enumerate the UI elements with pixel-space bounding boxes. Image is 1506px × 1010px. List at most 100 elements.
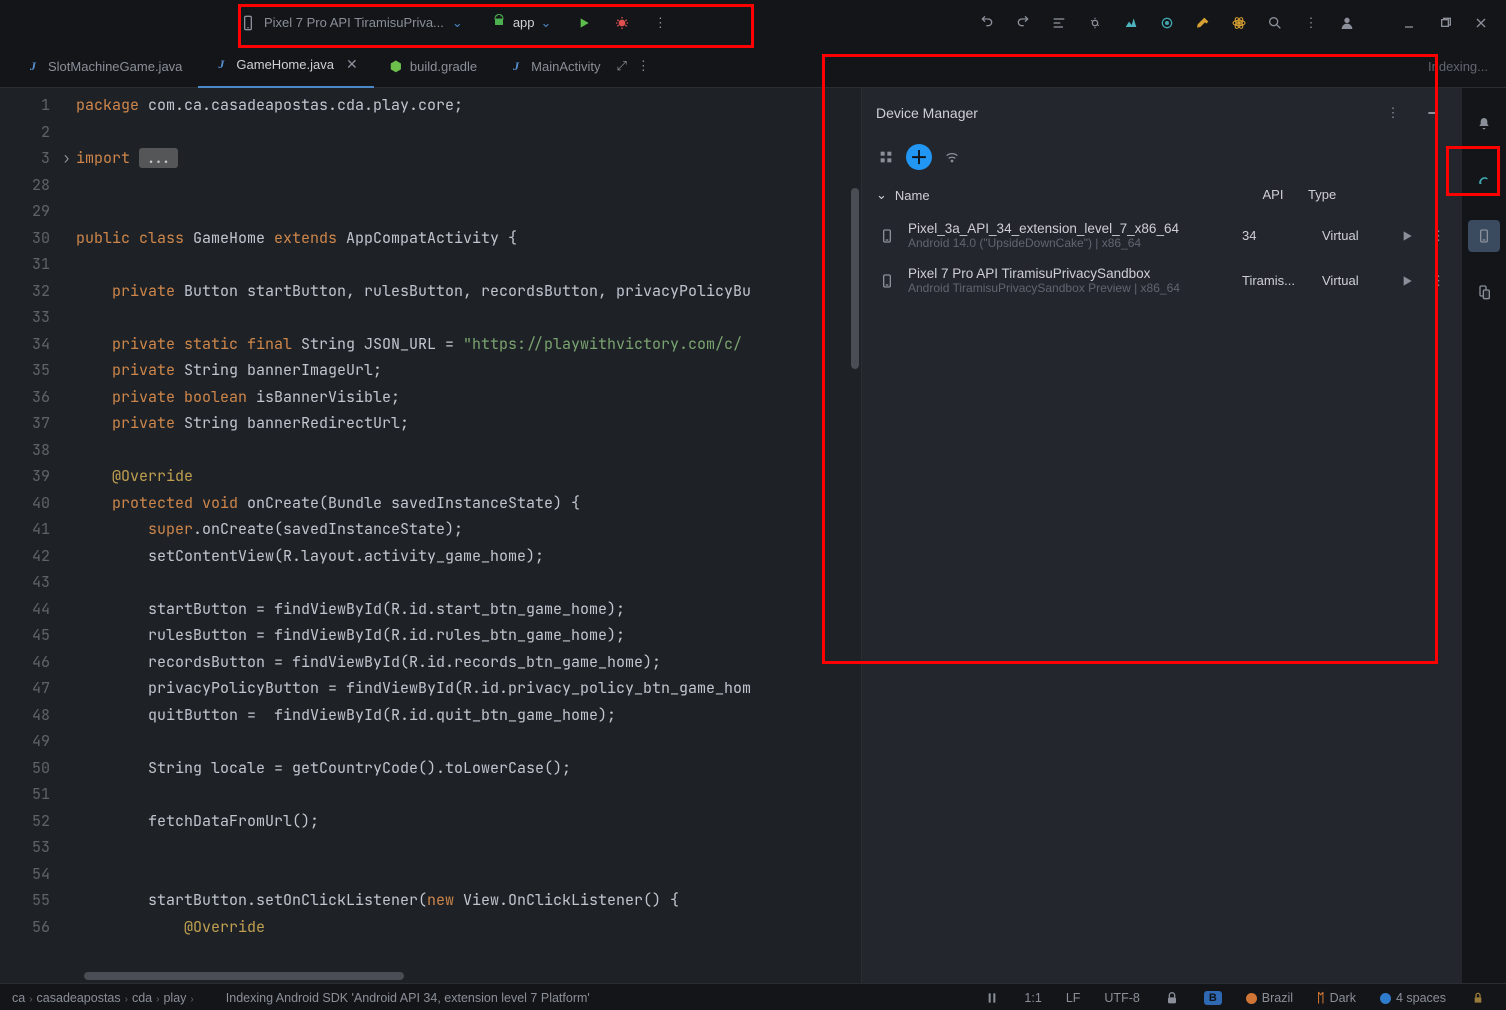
device-manager-tool-icon[interactable] xyxy=(1468,220,1500,252)
line-number[interactable]: 31 xyxy=(0,251,50,278)
panel-minimize-icon[interactable] xyxy=(1418,98,1448,128)
device-selector[interactable]: Pixel 7 Pro API TiramisuPriva... ⌄ xyxy=(230,11,473,35)
reformat-icon[interactable] xyxy=(1044,8,1074,38)
code-line[interactable]: private Button startButton, rulesButton,… xyxy=(76,278,861,305)
line-number[interactable]: 55 xyxy=(0,887,50,914)
grid-view-icon[interactable] xyxy=(876,147,896,167)
line-number[interactable]: 34 xyxy=(0,331,50,358)
line-number[interactable]: 36 xyxy=(0,384,50,411)
code-line[interactable]: private boolean isBannerVisible; xyxy=(76,384,861,411)
add-device-button[interactable]: ＋ xyxy=(906,144,932,170)
file-tab[interactable]: ⬢build.gradle xyxy=(374,45,493,87)
user-icon[interactable] xyxy=(1332,8,1362,38)
code-line[interactable]: private static final String JSON_URL = "… xyxy=(76,331,861,358)
line-number[interactable]: 41 xyxy=(0,516,50,543)
line-number[interactable]: 46 xyxy=(0,649,50,676)
settings-icon[interactable]: ⋮ xyxy=(1296,8,1326,38)
device-more-icon[interactable]: ⋮ xyxy=(1432,273,1448,289)
running-devices-icon[interactable] xyxy=(1468,276,1500,308)
code-line[interactable] xyxy=(76,251,861,278)
start-device-button[interactable] xyxy=(1392,228,1422,244)
line-number[interactable]: 37 xyxy=(0,410,50,437)
indent-indicator[interactable]: 4 spaces xyxy=(1372,991,1454,1005)
run-button[interactable] xyxy=(569,8,599,38)
gradle-icon[interactable] xyxy=(1468,164,1500,196)
build-icon[interactable] xyxy=(1188,8,1218,38)
breadcrumb-segment[interactable]: cda xyxy=(132,991,152,1005)
code-line[interactable]: rulesButton = findViewById(R.id.rules_bt… xyxy=(76,622,861,649)
code-line[interactable]: privacyPolicyButton = findViewById(R.id.… xyxy=(76,675,861,702)
fold-marker-icon[interactable]: › xyxy=(62,145,76,172)
code-line[interactable]: @Override xyxy=(76,463,861,490)
line-number[interactable]: 29 xyxy=(0,198,50,225)
line-number[interactable]: 38 xyxy=(0,437,50,464)
line-number[interactable]: 33 xyxy=(0,304,50,331)
line-number[interactable]: 42 xyxy=(0,543,50,570)
code-line[interactable]: recordsButton = findViewById(R.id.record… xyxy=(76,649,861,676)
pause-indexing-icon[interactable] xyxy=(976,990,1008,1006)
git-branch-indicator[interactable]: Brazil xyxy=(1238,991,1301,1005)
code-line[interactable] xyxy=(76,861,861,888)
line-number[interactable]: 51 xyxy=(0,781,50,808)
code-line[interactable]: private String bannerRedirectUrl; xyxy=(76,410,861,437)
redo-icon[interactable] xyxy=(1008,8,1038,38)
file-tab[interactable]: JGameHome.java✕ xyxy=(198,44,373,89)
file-tab[interactable]: JMainActivity xyxy=(493,45,616,87)
line-number[interactable]: 40 xyxy=(0,490,50,517)
app-inspection-icon[interactable] xyxy=(1152,8,1182,38)
code-line[interactable]: import ... xyxy=(76,145,861,172)
code-line[interactable]: startButton = findViewById(R.id.start_bt… xyxy=(76,596,861,623)
device-more-icon[interactable]: ⋮ xyxy=(1432,228,1448,244)
app-quality-icon[interactable] xyxy=(1224,8,1254,38)
search-icon[interactable] xyxy=(1260,8,1290,38)
attach-debugger-icon[interactable] xyxy=(1080,8,1110,38)
horizontal-scrollbar[interactable] xyxy=(0,969,861,983)
theme-indicator[interactable]: ᛖDark xyxy=(1309,991,1364,1005)
breadcrumb-segment[interactable]: casadeapostas xyxy=(37,991,121,1005)
line-number[interactable]: 44 xyxy=(0,596,50,623)
b-badge[interactable]: B xyxy=(1204,991,1222,1005)
device-row[interactable]: Pixel 7 Pro API TiramisuPrivacySandboxAn… xyxy=(862,258,1462,303)
line-number[interactable]: 47 xyxy=(0,675,50,702)
code-line[interactable] xyxy=(76,198,861,225)
breadcrumb-segment[interactable]: play xyxy=(163,991,186,1005)
line-number[interactable]: 49 xyxy=(0,728,50,755)
code-line[interactable]: protected void onCreate(Bundle savedInst… xyxy=(76,490,861,517)
file-tab[interactable]: JSlotMachineGame.java xyxy=(10,45,198,87)
code-line[interactable]: @Override xyxy=(76,914,861,941)
code-line[interactable] xyxy=(76,304,861,331)
line-separator[interactable]: LF xyxy=(1058,991,1089,1005)
breadcrumb-segment[interactable]: ca xyxy=(12,991,25,1005)
file-encoding[interactable]: UTF-8 xyxy=(1096,991,1147,1005)
line-number[interactable]: 2 xyxy=(0,119,50,146)
vertical-scrollbar[interactable] xyxy=(849,88,861,969)
code-line[interactable] xyxy=(76,119,861,146)
line-number[interactable]: 50 xyxy=(0,755,50,782)
code-line[interactable]: String locale = getCountryCode().toLower… xyxy=(76,755,861,782)
code-line[interactable] xyxy=(76,781,861,808)
panel-options-icon[interactable]: ⋮ xyxy=(1378,98,1408,128)
undo-icon[interactable] xyxy=(972,8,1002,38)
profiler-icon[interactable] xyxy=(1116,8,1146,38)
line-number[interactable]: 32 xyxy=(0,278,50,305)
expand-editor-icon[interactable]: ⤢ xyxy=(617,58,627,74)
line-number[interactable]: 52 xyxy=(0,808,50,835)
code-line[interactable] xyxy=(76,834,861,861)
more-run-actions[interactable]: ⋮ xyxy=(645,8,675,38)
line-number[interactable]: 39 xyxy=(0,463,50,490)
line-number[interactable]: 53 xyxy=(0,834,50,861)
start-device-button[interactable] xyxy=(1392,273,1422,289)
code-line[interactable]: public class GameHome extends AppCompatA… xyxy=(76,225,861,252)
code-line[interactable]: startButton.setOnClickListener(new View.… xyxy=(76,887,861,914)
readonly-icon[interactable] xyxy=(1156,990,1188,1006)
debug-button[interactable] xyxy=(607,8,637,38)
code-line[interactable]: setContentView(R.layout.activity_game_ho… xyxy=(76,543,861,570)
notifications-icon[interactable] xyxy=(1468,108,1500,140)
restore-icon[interactable] xyxy=(1430,8,1460,38)
code-line[interactable]: fetchDataFromUrl(); xyxy=(76,808,861,835)
line-number[interactable]: 56 xyxy=(0,914,50,941)
code-line[interactable] xyxy=(76,437,861,464)
code-line[interactable]: private String bannerImageUrl; xyxy=(76,357,861,384)
line-number[interactable]: 54 xyxy=(0,861,50,888)
code-line[interactable] xyxy=(76,728,861,755)
